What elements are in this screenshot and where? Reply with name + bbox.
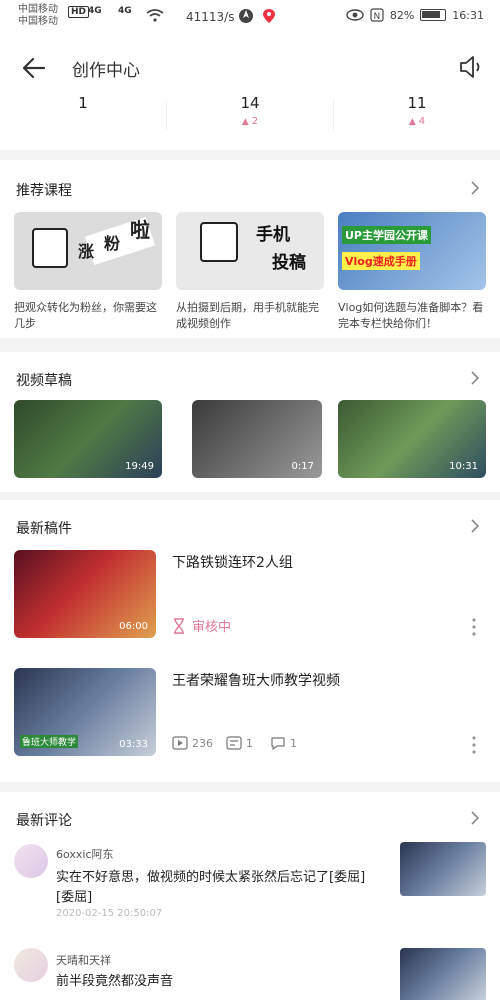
section-title: 最新评论 xyxy=(16,813,72,829)
back-arrow-icon[interactable] xyxy=(20,54,48,82)
comment-user[interactable]: 6oxxic阿东 xyxy=(56,846,114,862)
comment-text[interactable]: 实在不好意思，做视频的时候太紧张然后忘记了[委屈][委屈] xyxy=(56,868,382,908)
comment-video-thumbnail[interactable] xyxy=(400,842,486,896)
signal-4g-icon: 4G xyxy=(118,6,132,16)
section-title: 视频草稿 xyxy=(16,373,72,389)
svg-text:N: N xyxy=(373,12,380,22)
draft-thumbnail[interactable]: 10:31 xyxy=(338,400,486,478)
play-icon xyxy=(172,736,188,750)
chevron-right-icon[interactable] xyxy=(468,811,482,825)
comment-user[interactable]: 天晴和天祥 xyxy=(56,952,111,968)
stat-delta: 2 xyxy=(167,116,333,127)
signal-4g-icon: 4G xyxy=(88,6,102,16)
more-vertical-icon[interactable] xyxy=(472,618,476,636)
courses-section: 推荐课程 涨 粉 啦 把观众转化为粉丝，你需要这几步 手机 投稿 从拍摄到后期，… xyxy=(0,160,500,338)
comment-video-thumbnail[interactable] xyxy=(400,948,486,1000)
net-speed: 41113/s xyxy=(186,10,235,24)
page-title: 创作中心 xyxy=(72,61,140,81)
stats-panel: 1 14 2 11 4 xyxy=(0,94,500,150)
comment-time: 2020-02-15 20:50:07 xyxy=(56,908,163,919)
comment-text[interactable]: 前半段竟然都没声音 xyxy=(56,972,382,992)
course-thumbnail[interactable]: 涨 粉 啦 xyxy=(14,212,162,290)
speaker-icon[interactable] xyxy=(458,54,484,80)
draft-thumbnail[interactable]: 19:49 xyxy=(14,400,162,478)
stat-item[interactable]: 1 xyxy=(0,94,166,112)
course-caption[interactable]: Vlog如何选题与准备脚本？看完本专栏快给你们！ xyxy=(338,300,494,332)
more-vertical-icon[interactable] xyxy=(472,736,476,754)
work-title[interactable]: 王者荣耀鲁班大师教学视频 xyxy=(172,670,340,690)
danmaku-count: 1 xyxy=(226,736,253,750)
work-thumbnail[interactable]: 06:00 xyxy=(14,550,156,638)
nfc-icon: N xyxy=(370,8,384,22)
comment-count: 1 xyxy=(270,736,297,750)
drafts-section: 视频草稿 19:49 0:17 10:31 xyxy=(0,352,500,492)
section-title: 最新稿件 xyxy=(16,521,72,537)
stat-item[interactable]: 11 4 xyxy=(334,94,500,127)
comment-icon xyxy=(271,737,285,750)
hd-badge: HD xyxy=(68,6,90,18)
battery-percent: 82% xyxy=(389,8,415,22)
avatar[interactable] xyxy=(14,844,48,878)
review-status: 审核中 xyxy=(172,616,231,635)
hourglass-icon xyxy=(174,617,184,634)
course-caption[interactable]: 把观众转化为粉丝，你需要这几步 xyxy=(14,300,164,332)
carrier-info: 中国移动 中国移动 xyxy=(18,4,58,27)
play-count: 236 xyxy=(172,736,213,750)
stat-delta: 4 xyxy=(334,116,500,127)
course-thumbnail[interactable]: 手机 投稿 xyxy=(176,212,324,290)
battery-icon xyxy=(420,9,447,21)
navigation-icon xyxy=(239,9,253,23)
mascot-icon xyxy=(32,228,68,268)
avatar[interactable] xyxy=(14,948,48,982)
chevron-right-icon[interactable] xyxy=(468,371,482,385)
mascot-icon xyxy=(200,222,238,262)
draft-thumbnail[interactable]: 0:17 xyxy=(192,400,322,478)
chevron-right-icon[interactable] xyxy=(468,519,482,533)
location-pin-icon xyxy=(263,9,275,23)
work-thumbnail[interactable]: 鲁班大师教学 03:33 xyxy=(14,668,156,756)
course-caption[interactable]: 从拍摄到后期，用手机就能完成视频创作 xyxy=(176,300,326,332)
stat-item[interactable]: 14 2 xyxy=(167,94,333,127)
wifi-icon xyxy=(146,9,164,22)
section-title: 推荐课程 xyxy=(16,183,72,199)
eye-icon xyxy=(346,9,364,21)
clock: 16:31 xyxy=(452,8,484,22)
course-thumbnail[interactable]: UP主学园公开课 Vlog速成手册 xyxy=(338,212,486,290)
work-title[interactable]: 下路铁锁连环2人组 xyxy=(172,552,293,572)
chevron-right-icon[interactable] xyxy=(468,181,482,195)
status-right: N 82% 16:31 xyxy=(346,8,484,22)
danmaku-icon xyxy=(226,736,242,750)
title-bar: 创作中心 xyxy=(0,36,500,100)
status-bar: 中国移动 中国移动 HD 4G 4G 41113/s N 82% 16:31 xyxy=(0,0,500,36)
